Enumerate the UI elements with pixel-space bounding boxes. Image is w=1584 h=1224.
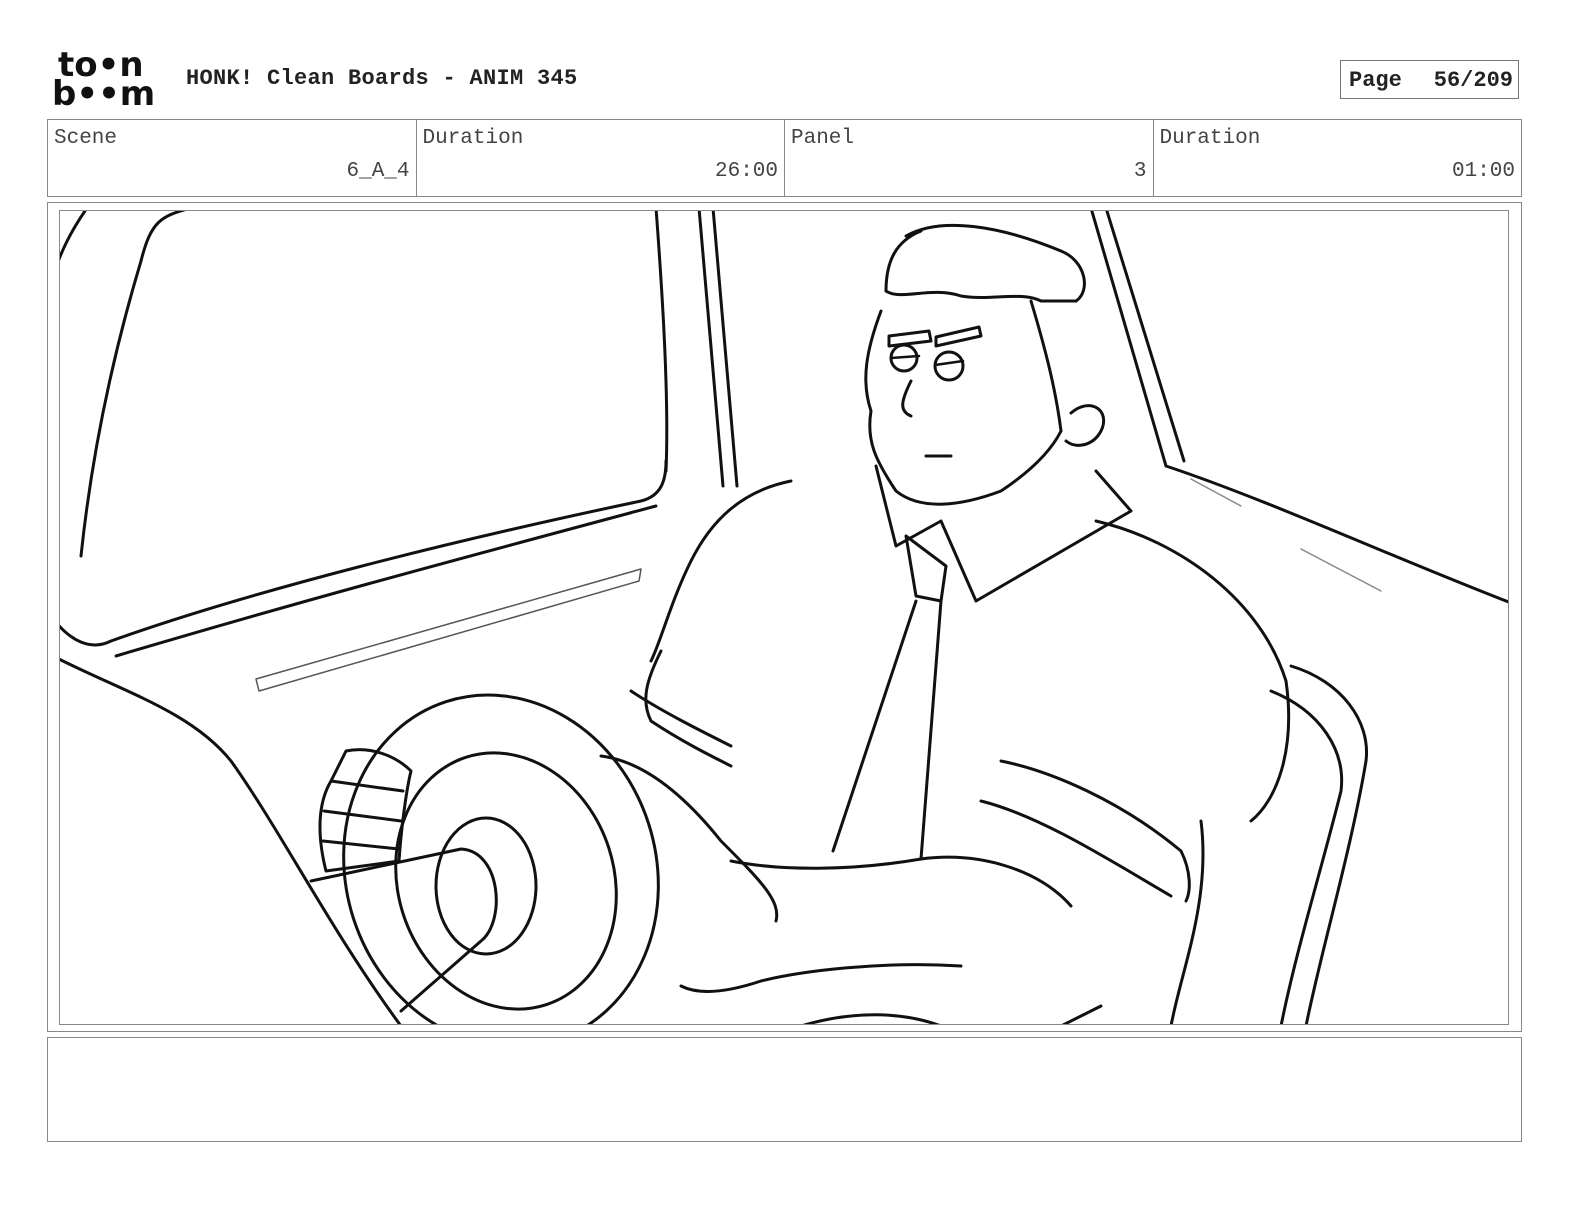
scene-duration-cell: Duration 26:00 (417, 120, 785, 196)
storyboard-panel-image (59, 210, 1509, 1025)
scene-info-table: Scene 6_A_4 Duration 26:00 Panel 3 Durat… (47, 119, 1522, 197)
scene-cell: Scene 6_A_4 (48, 120, 417, 196)
document-title: HONK! Clean Boards - ANIM 345 (186, 66, 578, 91)
panel-duration-label: Duration (1159, 127, 1261, 150)
panel-duration-value: 01:00 (1451, 160, 1515, 183)
scene-duration-label: Duration (422, 127, 524, 150)
panel-duration-cell: Duration 01:00 (1154, 120, 1522, 196)
page-label: Page (1349, 68, 1402, 93)
toonboom-logo: to•n b••m (52, 48, 164, 114)
scene-value: 6_A_4 (346, 160, 410, 183)
panel-cell: Panel 3 (785, 120, 1154, 196)
logo-text-line-2: b••m (52, 74, 156, 114)
scene-label: Scene (54, 127, 118, 150)
panel-notes-box (47, 1037, 1522, 1142)
panel-label: Panel (791, 127, 855, 150)
panel-value: 3 (1133, 160, 1147, 183)
page-counter: Page 56/209 (1340, 60, 1519, 99)
page-value: 56/209 (1433, 68, 1513, 93)
scene-duration-value: 26:00 (714, 160, 778, 183)
man-driving-sketch (60, 211, 1508, 1024)
